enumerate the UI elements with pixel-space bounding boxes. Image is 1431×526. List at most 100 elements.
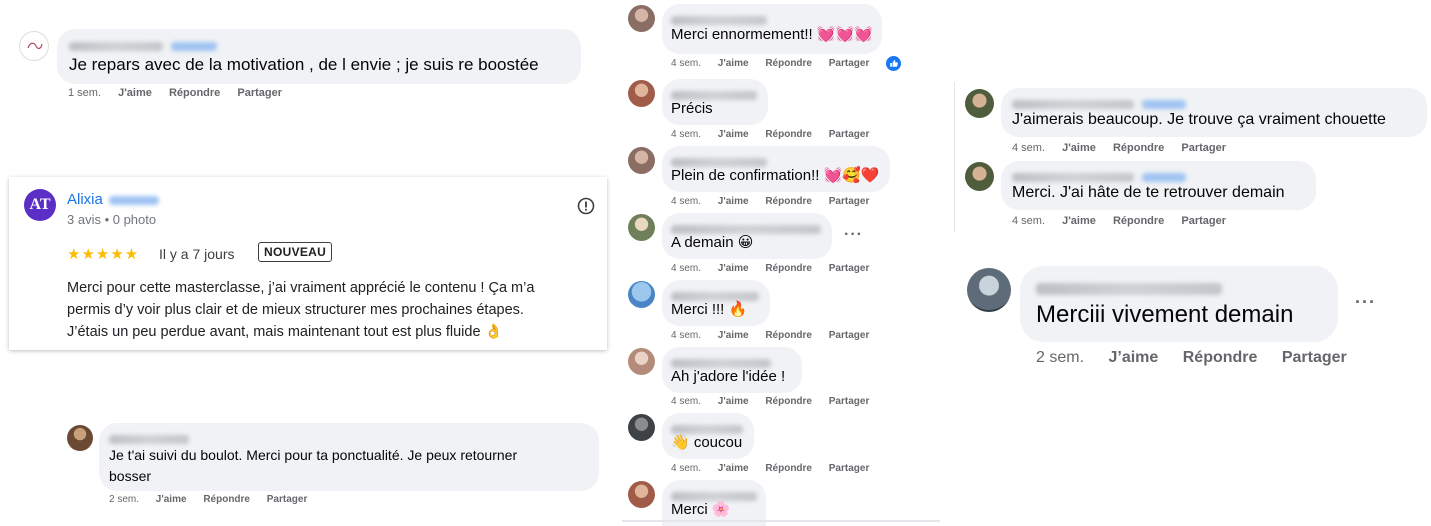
share-button[interactable]: Partager (267, 494, 308, 505)
share-button[interactable]: Partager (1181, 142, 1226, 154)
commenter-name[interactable] (1036, 280, 1222, 298)
share-button[interactable]: Partager (829, 263, 870, 274)
avatar[interactable] (628, 414, 655, 441)
reply-button[interactable]: Répondre (203, 494, 250, 505)
avatar[interactable] (628, 281, 655, 308)
comment-bubble: Plein de confirmation!! 💓🥰❤️ (662, 146, 890, 192)
share-button[interactable]: Partager (829, 196, 870, 207)
comment-actions: 4 sem. J'aime Répondre Partager (671, 463, 883, 474)
reply-button[interactable]: Répondre (765, 396, 812, 407)
share-button[interactable]: Partager (829, 330, 870, 341)
comment-bubble: Merci !!! 🔥 (662, 280, 770, 326)
like-button[interactable]: J'aime (718, 263, 749, 274)
avatar[interactable] (965, 162, 994, 191)
avatar[interactable] (628, 80, 655, 107)
avatar[interactable] (67, 425, 93, 451)
reply-button[interactable]: Répondre (765, 330, 812, 341)
comment-time: 4 sem. (1012, 142, 1046, 154)
like-button[interactable]: J'aime (118, 87, 152, 99)
reply-button[interactable]: Répondre (169, 87, 220, 99)
reply-button[interactable]: Répondre (765, 263, 812, 274)
avatar[interactable] (965, 89, 994, 118)
comment-text: A demain 😀 (671, 234, 754, 251)
comment-text: Merci !!! 🔥 (671, 301, 748, 318)
comment-bubble: Merci. J'ai hâte de te retrouver demain (1001, 161, 1316, 210)
reviewer-name[interactable]: Alixia (67, 191, 103, 208)
comment-time: 2 sem. (1036, 349, 1085, 366)
avatar-initials: AT (29, 196, 51, 213)
comment-time: 4 sem. (671, 129, 702, 140)
comment-time: 1 sem. (68, 87, 102, 99)
comment-actions: 4 sem. J'aime Répondre Partager (671, 396, 883, 407)
reviewer-meta: 3 avis • 0 photo (67, 212, 157, 227)
reviewer-surname (108, 195, 159, 205)
share-button[interactable]: Partager (1282, 349, 1347, 366)
comment-bubble: Je repars avec de la motivation , de l e… (57, 29, 581, 84)
comment-text: J'aimerais beaucoup. Je trouve ça vraime… (1012, 111, 1386, 128)
comment-line: Je t'ai suivi du boulot. Merci pour ta p… (109, 447, 518, 463)
reply-button[interactable]: Répondre (765, 196, 812, 207)
report-icon[interactable] (577, 197, 595, 220)
reply-button[interactable]: Répondre (765, 463, 812, 474)
comment-text: Précis (671, 100, 713, 117)
like-button[interactable]: J'aime (1062, 215, 1096, 227)
share-button[interactable]: Partager (1181, 215, 1226, 227)
reply-button[interactable]: Répondre (765, 58, 812, 69)
like-button[interactable]: J’aime (1108, 349, 1158, 366)
share-button[interactable]: Partager (829, 463, 870, 474)
comment-time: 4 sem. (671, 196, 702, 207)
like-button[interactable]: J'aime (718, 463, 749, 474)
share-button[interactable]: Partager (237, 87, 282, 99)
like-button[interactable]: J'aime (718, 396, 749, 407)
comment-time: 4 sem. (671, 330, 702, 341)
comment-actions: 4 sem. J'aime Répondre Partager (671, 58, 883, 69)
avatar[interactable] (967, 268, 1011, 312)
reviewer-avatar[interactable]: AT (24, 189, 56, 221)
avatar[interactable] (628, 214, 655, 241)
comment-text: Merci. J'ai hâte de te retrouver demain (1012, 184, 1285, 201)
review-date: Il y a 7 jours (159, 246, 235, 262)
like-button[interactable]: J'aime (1062, 142, 1096, 154)
comment-actions: 4 sem. J'aime Répondre Partager (671, 196, 883, 207)
avatar[interactable] (628, 5, 655, 32)
reply-button[interactable]: Répondre (1113, 215, 1164, 227)
comment-actions: 4 sem. J'aime Répondre Partager (1012, 142, 1240, 154)
comment-text: Ah j'adore l'idée ! (671, 368, 786, 385)
reply-button[interactable]: Répondre (1113, 142, 1164, 154)
star-rating: ★★★★★ (67, 246, 140, 263)
divider (622, 520, 940, 522)
avatar[interactable] (628, 348, 655, 375)
like-button[interactable]: J'aime (718, 58, 749, 69)
comment-actions: 2 sem. J'aime Répondre Partager (109, 494, 321, 505)
avatar[interactable] (628, 147, 655, 174)
comment-text: Merci 🌸 (671, 501, 731, 518)
more-options-icon[interactable]: ··· (1355, 292, 1376, 313)
comment-actions: 4 sem. J'aime Répondre Partager (671, 129, 883, 140)
review-line: Merci pour cette masterclasse, j’ai vrai… (67, 280, 535, 296)
comment-bubble: 👋 coucou (662, 413, 754, 459)
more-options-icon[interactable]: ··· (844, 226, 863, 244)
share-button[interactable]: Partager (829, 58, 870, 69)
like-button[interactable]: J'aime (718, 330, 749, 341)
like-button[interactable]: J'aime (156, 494, 187, 505)
comment-actions: 2 sem. J’aime Répondre Partager (1036, 349, 1361, 367)
comment-actions: 4 sem. J'aime Répondre Partager (671, 263, 883, 274)
share-button[interactable]: Partager (829, 129, 870, 140)
avatar[interactable] (628, 481, 655, 508)
reply-button[interactable]: Répondre (1183, 349, 1258, 366)
like-button[interactable]: J'aime (718, 129, 749, 140)
comment-text: 👋 coucou (671, 434, 743, 451)
comment-bubble: Merci ennormement!! 💓💓💓 (662, 4, 882, 54)
like-reaction-icon[interactable] (886, 56, 901, 76)
comment-bubble: J'aimerais beaucoup. Je trouve ça vraime… (1001, 88, 1427, 137)
like-button[interactable]: J'aime (718, 196, 749, 207)
comment-bubble: Merciii vivement demain (1020, 266, 1338, 342)
comment-actions: 4 sem. J'aime Répondre Partager (1012, 215, 1240, 227)
comment-time: 2 sem. (109, 494, 140, 505)
avatar[interactable] (19, 31, 49, 61)
share-button[interactable]: Partager (829, 396, 870, 407)
reply-button[interactable]: Répondre (765, 129, 812, 140)
reviewer-name-row[interactable]: Alixia (67, 191, 159, 208)
comment-text: Je repars avec de la motivation , de l e… (69, 55, 539, 74)
follow-link[interactable] (171, 42, 217, 52)
